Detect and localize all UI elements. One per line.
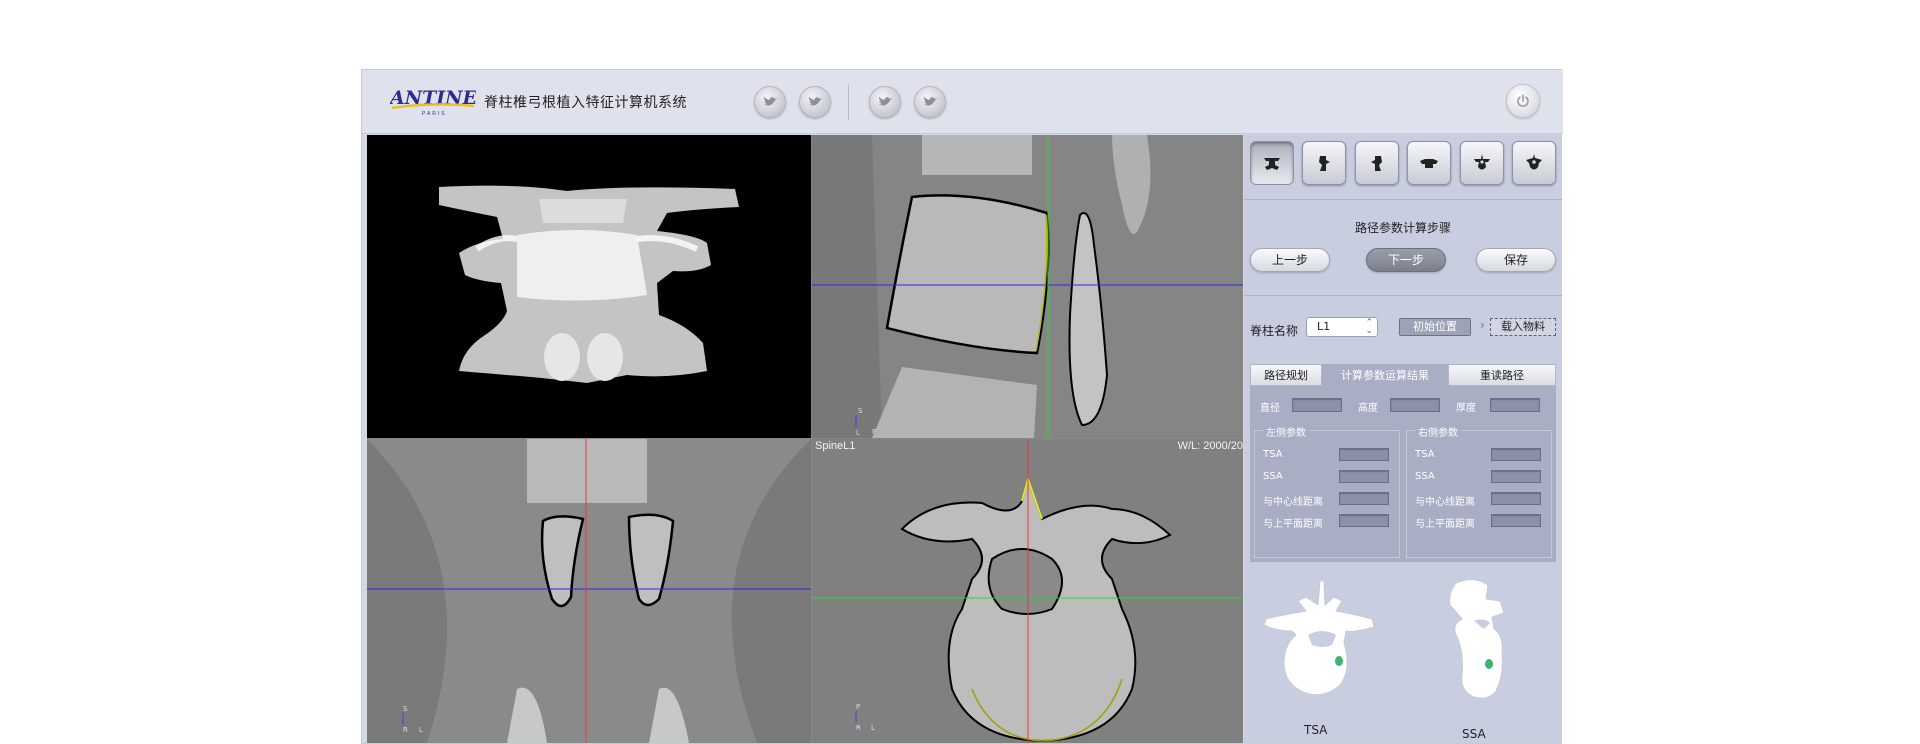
tsa-illustration: TSA [1262, 575, 1382, 743]
spine-name-select[interactable]: L1 ⌃ ⌄ [1306, 317, 1378, 337]
spine-lateral-right-icon [1370, 156, 1382, 171]
header-button-2[interactable] [799, 86, 831, 118]
tool-vertebra-axial[interactable] [1459, 141, 1504, 185]
bird-icon [763, 96, 778, 106]
antinea-logo: ANTINEA PARIS [388, 84, 492, 117]
load-material-button[interactable]: 载入物料 [1490, 318, 1556, 336]
viewport-axial[interactable]: P R L SpineL1 W/L: 2000/20 [812, 439, 1243, 743]
bird-icon [808, 96, 823, 106]
vertebra-axial-diagram-icon [1263, 580, 1375, 696]
bird-icon [923, 96, 938, 106]
svg-text:L: L [871, 724, 875, 732]
next-step-button[interactable]: 下一步 [1366, 248, 1446, 272]
toolbar [1250, 141, 1556, 187]
svg-text:S: S [403, 705, 408, 713]
tool-spine-posterior[interactable] [1250, 141, 1294, 185]
left-params-title: 左侧参数 [1263, 424, 1309, 439]
right-params-title: 右侧参数 [1415, 424, 1461, 439]
viewport-sagittal[interactable]: S L P [812, 135, 1243, 438]
result-tabs: 路径规划 计算参数运算结果 重读路径 [1250, 364, 1556, 386]
right-tsa-field[interactable] [1491, 448, 1541, 461]
left-ssa-label: SSA [1263, 471, 1283, 482]
axial-series-label: SpineL1 [815, 440, 856, 452]
vertebra-axial-alt-icon [1525, 154, 1542, 170]
svg-text:L: L [419, 726, 423, 734]
save-button[interactable]: 保存 [1476, 248, 1556, 272]
tool-vertebra-top[interactable] [1407, 141, 1452, 185]
right-ssa-label: SSA [1415, 471, 1435, 482]
spine-posterior-icon [1264, 158, 1280, 170]
spine-name-value: L1 [1317, 320, 1331, 333]
svg-text:R: R [403, 726, 408, 734]
svg-text:P: P [872, 428, 876, 436]
tool-vertebra-axial-alt[interactable] [1511, 141, 1556, 185]
thickness-field[interactable] [1490, 398, 1540, 412]
tab-reload-path[interactable]: 重读路径 [1448, 364, 1556, 386]
left-center-distance-label: 与中心线距离 [1263, 497, 1323, 508]
height-field[interactable] [1390, 398, 1440, 412]
power-icon [1517, 94, 1529, 107]
calc-results-panel: 直径 高度 厚度 左侧参数 TSA SSA 与中心线距离 与上平面距离 右侧参数… [1250, 386, 1556, 562]
svg-text:L: L [856, 429, 860, 437]
vertebra-top-icon [1420, 159, 1439, 168]
svg-text:P: P [856, 703, 860, 711]
power-button[interactable] [1506, 84, 1540, 118]
right-center-distance-field[interactable] [1491, 492, 1541, 505]
left-ssa-field[interactable] [1339, 470, 1389, 483]
right-ssa-field[interactable] [1491, 470, 1541, 483]
bird-icon [878, 96, 893, 106]
control-panel: 路径参数计算步骤 上一步 下一步 保存 脊柱名称 L1 ⌃ ⌄ 初始位置 › 载入… [1244, 135, 1562, 743]
vertebra-axial-icon [1473, 154, 1490, 170]
header-separator [848, 84, 849, 120]
viewport-coronal[interactable]: S R L [367, 439, 811, 743]
tab-path-planning[interactable]: 路径规划 [1250, 364, 1322, 386]
axial-window-level: W/L: 2000/20 [1177, 440, 1243, 452]
left-params-group: 左侧参数 TSA SSA 与中心线距离 与上平面距离 [1254, 424, 1400, 558]
diameter-field[interactable] [1292, 398, 1342, 412]
thickness-label: 厚度 [1456, 403, 1476, 414]
panel-divider [1244, 295, 1562, 296]
viewport-grid: S L P S R L P R L SpineL1 W/L: 2000/20 [367, 135, 1243, 743]
ssa-label: SSA [1462, 727, 1486, 741]
right-params-group: 右侧参数 TSA SSA 与中心线距离 与上平面距离 [1406, 424, 1552, 558]
init-position-button[interactable]: 初始位置 [1399, 318, 1471, 336]
left-tsa-field[interactable] [1339, 448, 1389, 461]
header-button-4[interactable] [914, 86, 946, 118]
svg-text:S: S [858, 407, 863, 415]
spine-lateral-left-icon [1319, 156, 1331, 171]
viewport-3d[interactable] [367, 135, 811, 438]
right-center-distance-label: 与中心线距离 [1415, 497, 1475, 508]
left-top-plane-distance-field[interactable] [1339, 514, 1389, 527]
ssa-illustration: SSA [1434, 575, 1554, 743]
prev-step-button[interactable]: 上一步 [1250, 248, 1330, 272]
tool-spine-lateral-left[interactable] [1302, 141, 1347, 185]
right-top-plane-distance-label: 与上平面距离 [1415, 519, 1475, 530]
height-label: 高度 [1358, 403, 1378, 414]
steps-title: 路径参数计算步骤 [1354, 221, 1451, 235]
left-tsa-label: TSA [1263, 449, 1283, 460]
tool-spine-lateral-right[interactable] [1354, 141, 1399, 185]
svg-text:R: R [856, 724, 861, 732]
header-button-1[interactable] [754, 86, 786, 118]
header-bar: ANTINEA PARIS 脊柱椎弓根植入特征计算机系统 [362, 70, 1563, 134]
app-window: ANTINEA PARIS 脊柱椎弓根植入特征计算机系统 [361, 69, 1563, 744]
stepper-arrows-icon: ⌃ ⌄ [1365, 318, 1373, 336]
left-top-plane-distance-label: 与上平面距离 [1263, 519, 1323, 530]
app-title: 脊柱椎弓根植入特征计算机系统 [484, 95, 687, 111]
tab-calc-results[interactable]: 计算参数运算结果 [1322, 364, 1448, 386]
svg-text:PARIS: PARIS [422, 111, 447, 116]
left-center-distance-field[interactable] [1339, 492, 1389, 505]
header-button-3[interactable] [869, 86, 901, 118]
diameter-label: 直径 [1260, 403, 1280, 414]
chevron-right-icon: › [1480, 318, 1485, 332]
right-top-plane-distance-field[interactable] [1491, 514, 1541, 527]
spine-name-label: 脊柱名称 [1250, 324, 1299, 338]
panel-divider [1244, 199, 1562, 200]
vertebra-lateral-diagram-icon [1449, 579, 1505, 699]
tsa-label: TSA [1304, 723, 1328, 737]
right-tsa-label: TSA [1415, 449, 1435, 460]
